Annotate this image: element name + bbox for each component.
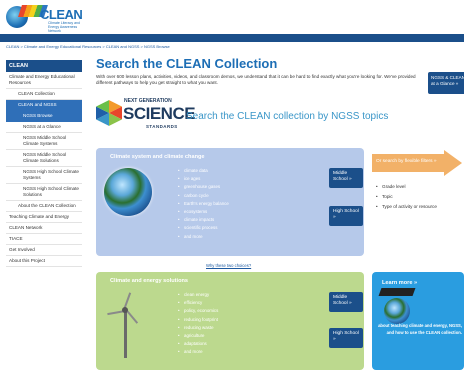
ngss-hex-icon xyxy=(96,100,122,126)
intro-text: With over 600 lesson plans, activities, … xyxy=(96,74,416,85)
sidebar: CLEAN Climate and Energy Educational Res… xyxy=(6,60,82,267)
sidebar-item[interactable]: CLEAN Network xyxy=(6,223,82,234)
logo-word: CLEAN xyxy=(40,7,83,22)
energy-topic-item[interactable]: and more xyxy=(178,348,218,356)
climate-system-heading: Climate system and climate change xyxy=(110,154,205,160)
climate-topic-item[interactable]: ice ages xyxy=(178,175,229,183)
flexible-filters-label: Or search by flexible filters » xyxy=(376,159,437,164)
sidebar-items: Climate and Energy Educational Resources… xyxy=(6,72,82,267)
filter-list: Grade levelTopicType of activity or reso… xyxy=(376,182,437,212)
sidebar-item[interactable]: CLEAN and NGSS xyxy=(6,100,82,111)
energy-topic-item[interactable]: clean energy xyxy=(178,291,218,299)
turbine-hub xyxy=(122,307,128,313)
sidebar-heading[interactable]: CLEAN xyxy=(6,60,82,72)
ngss-heading: Search the CLEAN collection by NGSS topi… xyxy=(186,111,389,122)
energy-solutions-topics: clean energyefficiencypolicy, economicsr… xyxy=(178,291,218,357)
sidebar-item[interactable]: TIACE xyxy=(6,234,82,245)
sidebar-item[interactable]: About this Project xyxy=(6,256,82,267)
sidebar-item[interactable]: NGSS Browse xyxy=(6,111,82,122)
learn-more-text: about teaching climate and energy, NGSS,… xyxy=(378,323,462,335)
wind-turbine-icon xyxy=(107,292,144,360)
energy-topic-item[interactable]: policy, economics xyxy=(178,307,218,315)
sidebar-item[interactable]: NGSS High School Climate Solutions xyxy=(6,184,82,201)
energy-topic-item[interactable]: reducing footprint xyxy=(178,316,218,324)
climate-topic-item[interactable]: greenhouse gases xyxy=(178,183,229,191)
clean-logo[interactable]: CLEAN Climate Literacy and Energy Awaren… xyxy=(6,3,83,33)
sidebar-item[interactable]: About the CLEAN Collection xyxy=(6,201,82,212)
ngss-logo-line2: SCIENCE xyxy=(123,104,196,123)
energy-high-school-button[interactable]: High School » xyxy=(329,328,363,348)
learn-more-heading[interactable]: Learn more » xyxy=(382,280,417,286)
sidebar-item[interactable]: NGSS at a Glance xyxy=(6,122,82,133)
top-nav-bar xyxy=(0,34,464,42)
climate-topic-item[interactable]: climate data xyxy=(178,167,229,175)
sidebar-item[interactable]: Teaching Climate and Energy xyxy=(6,212,82,223)
energy-topic-item[interactable]: reducing waste xyxy=(178,324,218,332)
filter-item[interactable]: Grade level xyxy=(376,182,437,192)
ngss-logo-line3: STANDARDS xyxy=(146,124,178,129)
sidebar-item[interactable]: NGSS Middle School Climate Systems xyxy=(6,133,82,150)
energy-middle-school-button[interactable]: Middle School » xyxy=(329,292,363,312)
climate-topic-item[interactable]: ecosystems xyxy=(178,208,229,216)
ngss-logo: NEXT GENERATION SCIENCE STANDARDS xyxy=(96,98,196,138)
climate-topic-item[interactable]: scientific process xyxy=(178,224,229,232)
climate-system-topics: climate dataice agesgreenhouse gasescarb… xyxy=(178,167,229,241)
site-header: CLEAN Climate Literacy and Energy Awaren… xyxy=(0,0,464,34)
energy-topic-item[interactable]: adaptations xyxy=(178,340,218,348)
climate-topic-item[interactable]: and more xyxy=(178,233,229,241)
logo-subtitle: Climate Literacy and Energy Awareness Ne… xyxy=(48,21,80,33)
sidebar-item[interactable]: Climate and Energy Educational Resources xyxy=(6,72,82,89)
climate-topic-item[interactable]: carbon cycle xyxy=(178,192,229,200)
ngss-at-a-glance-button[interactable]: NGSS & CLEAN at a Glance » xyxy=(428,72,464,94)
climate-topic-item[interactable]: Earth's energy balance xyxy=(178,200,229,208)
arrow-tip xyxy=(444,150,462,176)
energy-topic-item[interactable]: efficiency xyxy=(178,299,218,307)
flexible-filters-arrow[interactable]: Or search by flexible filters » xyxy=(372,150,462,176)
energy-topic-item[interactable]: agriculture xyxy=(178,332,218,340)
sidebar-item[interactable]: NGSS Middle School Climate Solutions xyxy=(6,150,82,167)
earth-globe-image xyxy=(104,168,152,216)
graduate-earth-image xyxy=(384,298,410,324)
why-two-choices-link[interactable]: Why these two choices? xyxy=(206,263,251,268)
climate-system-high-school-button[interactable]: High School » xyxy=(329,206,363,226)
sidebar-item[interactable]: Get Involved xyxy=(6,245,82,256)
sidebar-item[interactable]: NGSS High School Climate Systems xyxy=(6,167,82,184)
energy-solutions-heading: Climate and energy solutions xyxy=(110,278,189,284)
filter-item[interactable]: Topic xyxy=(376,192,437,202)
filter-item[interactable]: Type of activity or resource xyxy=(376,202,437,212)
sidebar-item[interactable]: CLEAN Collection xyxy=(6,89,82,100)
graduation-cap-icon xyxy=(378,288,416,296)
page-title: Search the CLEAN Collection xyxy=(96,56,278,71)
breadcrumb[interactable]: CLEAN > Climate and Energy Educational R… xyxy=(6,44,170,49)
turbine-pole xyxy=(124,310,127,358)
climate-topic-item[interactable]: climate impacts xyxy=(178,216,229,224)
learn-more-panel[interactable]: Learn more » xyxy=(372,272,464,370)
climate-system-middle-school-button[interactable]: Middle School » xyxy=(329,168,363,188)
